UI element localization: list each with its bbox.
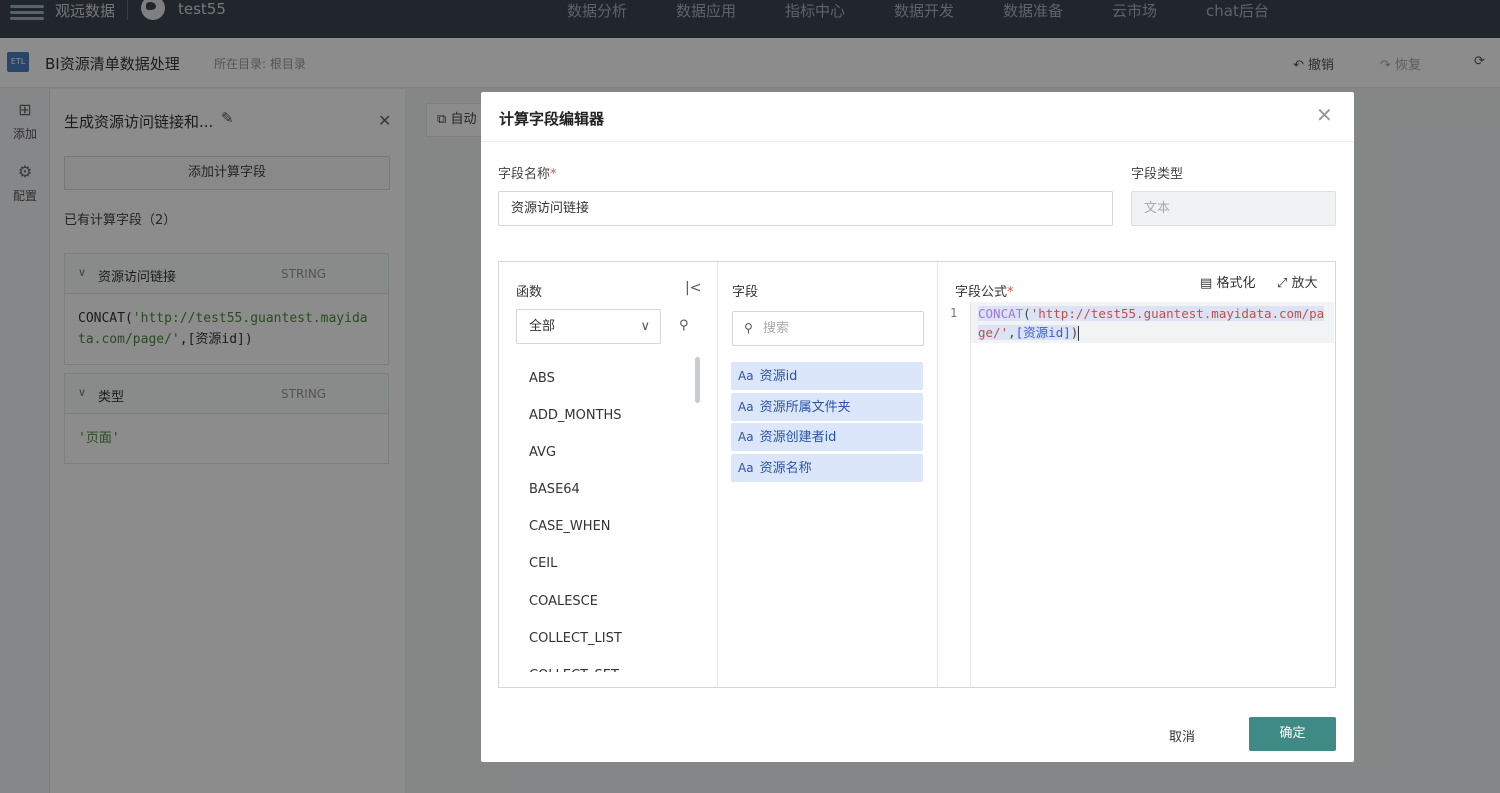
field-item[interactable]: Aa 资源名称 (731, 453, 923, 482)
code-paren: ( (1023, 306, 1031, 321)
field-name-label: 字段名称* (498, 163, 557, 182)
cancel-button[interactable]: 取消 (1169, 726, 1195, 745)
function-item[interactable]: AVG (529, 434, 699, 471)
required-mark: * (1007, 285, 1014, 300)
zoom-label: 放大 (1291, 276, 1318, 291)
formula-editor-area: 函数 |< 全部 ∨ ⚲ ABS ADD_MONTHS AVG BASE64 C… (498, 261, 1336, 688)
calc-field-editor-modal: 计算字段编辑器 ✕ 字段名称* 字段类型 资源访问链接 文本 函数 |< 全部 … (481, 92, 1354, 762)
field-item[interactable]: Aa 资源id (731, 362, 923, 390)
code-comma: , (1008, 325, 1016, 340)
formula-header-text: 字段公式 (955, 285, 1008, 300)
formula-column: 字段公式* ▤ 格式化 ⤢ 放大 1 CONCAT('http://test55… (938, 262, 1335, 687)
confirm-button[interactable]: 确定 (1249, 717, 1336, 751)
field-item-label: 资源名称 (759, 460, 812, 476)
code-paren: ) (1070, 325, 1079, 340)
expand-icon: ⤢ (1277, 276, 1288, 291)
modal-title: 计算字段编辑器 (499, 110, 605, 128)
functions-header: 函数 (516, 285, 543, 300)
text-type-icon: Aa (738, 399, 754, 414)
field-item-label: 资源id (759, 369, 798, 384)
close-icon[interactable]: ✕ (1316, 105, 1333, 125)
fields-column: 字段 ⚲ 搜索 Aa 资源id Aa 资源所属文件夹 Aa 资源创建者id Aa 资源名… (718, 262, 938, 687)
field-item[interactable]: Aa 资源创建者id (731, 423, 923, 451)
document-icon: ▤ (1200, 276, 1213, 291)
zoom-button[interactable]: ⤢ 放大 (1277, 272, 1318, 291)
field-type-input: 文本 (1131, 191, 1336, 226)
code-function: CONCAT (978, 306, 1024, 321)
function-item[interactable]: COALESCE (529, 583, 699, 620)
search-icon[interactable]: ⚲ (679, 318, 689, 333)
line-number: 1 (950, 306, 958, 320)
functions-column: 函数 |< 全部 ∨ ⚲ ABS ADD_MONTHS AVG BASE64 C… (499, 262, 718, 687)
text-cursor (1078, 326, 1080, 341)
text-type-icon: Aa (738, 369, 754, 383)
formula-header: 字段公式* (955, 281, 1014, 300)
collapse-icon[interactable]: |< (685, 280, 701, 296)
function-list: ABS ADD_MONTHS AVG BASE64 CASE_WHEN CEIL… (529, 360, 699, 672)
line-gutter (938, 302, 971, 687)
field-search-placeholder: 搜索 (763, 321, 790, 336)
text-type-icon: Aa (738, 430, 754, 444)
field-name-input[interactable]: 资源访问链接 (498, 191, 1113, 226)
function-item[interactable]: ABS (529, 360, 699, 397)
function-item[interactable]: COLLECT_LIST (529, 620, 699, 657)
text-type-icon: Aa (738, 460, 754, 475)
field-name-label-text: 字段名称 (498, 167, 551, 182)
search-icon: ⚲ (744, 321, 753, 335)
field-item-label: 资源创建者id (759, 430, 837, 445)
formula-code-input[interactable]: CONCAT('http://test55.guantest.mayidata.… (978, 304, 1331, 342)
function-item[interactable]: BASE64 (529, 471, 699, 508)
function-category-select[interactable]: 全部 ∨ (516, 309, 661, 344)
field-item-label: 资源所属文件夹 (759, 399, 851, 415)
field-item[interactable]: Aa 资源所属文件夹 (731, 392, 923, 421)
format-button[interactable]: ▤ 格式化 (1200, 272, 1255, 291)
function-item[interactable]: CEIL (529, 545, 699, 582)
modal-header: 计算字段编辑器 ✕ (481, 92, 1354, 142)
format-label: 格式化 (1216, 276, 1256, 291)
field-type-label: 字段类型 (1131, 167, 1184, 182)
required-mark: * (550, 167, 557, 182)
function-list-scrollbar[interactable] (695, 357, 700, 403)
function-item[interactable]: CASE_WHEN (529, 508, 699, 545)
chevron-down-icon: ∨ (640, 319, 650, 334)
code-field-ref: [资源id] (1015, 325, 1071, 340)
field-search-input[interactable]: ⚲ 搜索 (732, 311, 924, 346)
function-item[interactable]: COLLECT_SET (529, 657, 699, 672)
function-item[interactable]: ADD_MONTHS (529, 397, 699, 434)
fields-header: 字段 (732, 285, 759, 300)
select-value: 全部 (529, 319, 556, 334)
